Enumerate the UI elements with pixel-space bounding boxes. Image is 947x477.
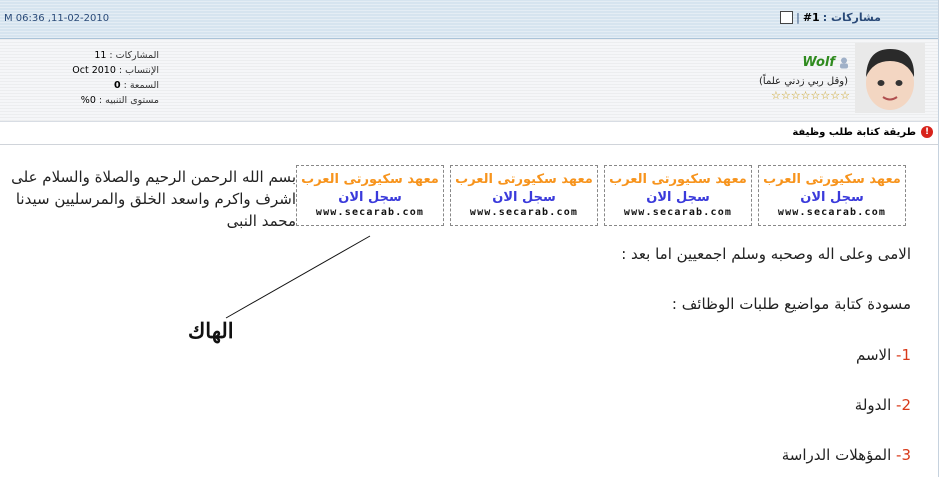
list-item: 3- المؤهلات الدراسة: [781, 446, 911, 464]
annotation-arrow: [225, 235, 371, 319]
post-line: الامى وعلى اله وصحبه وسلم اجمعيين اما بع…: [621, 245, 911, 263]
right-edge: [938, 0, 947, 477]
post-line: مسودة كتابة مواضيع طلبات الوظائف :: [671, 295, 911, 313]
list-item: 1- الاسم: [855, 346, 911, 364]
annotation-label: الهاك: [188, 318, 234, 343]
list-item: 2- الدولة: [854, 396, 911, 414]
